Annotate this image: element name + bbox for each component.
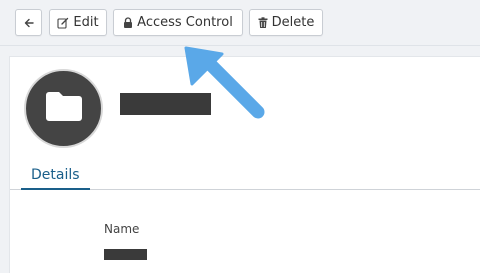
arrow-left-icon (23, 17, 35, 29)
lock-icon (123, 16, 133, 29)
tab-bar: Details (10, 161, 480, 190)
edit-button[interactable]: Edit (49, 9, 107, 36)
avatar (24, 69, 103, 148)
delete-label: Delete (271, 15, 315, 30)
folder-icon (44, 91, 84, 127)
back-button[interactable] (15, 9, 42, 36)
redacted-title (120, 93, 211, 115)
edit-label: Edit (73, 15, 99, 30)
trash-icon (258, 16, 268, 29)
toolbar: Edit Access Control Delete (0, 0, 480, 46)
delete-button[interactable]: Delete (249, 9, 323, 36)
name-label: Name (104, 222, 140, 236)
redacted-name-value (104, 249, 147, 260)
detail-panel: Details Name (9, 56, 480, 273)
access-control-label: Access Control (137, 15, 233, 30)
access-control-button[interactable]: Access Control (113, 9, 243, 36)
edit-icon (57, 17, 69, 29)
tab-details[interactable]: Details (21, 161, 90, 190)
